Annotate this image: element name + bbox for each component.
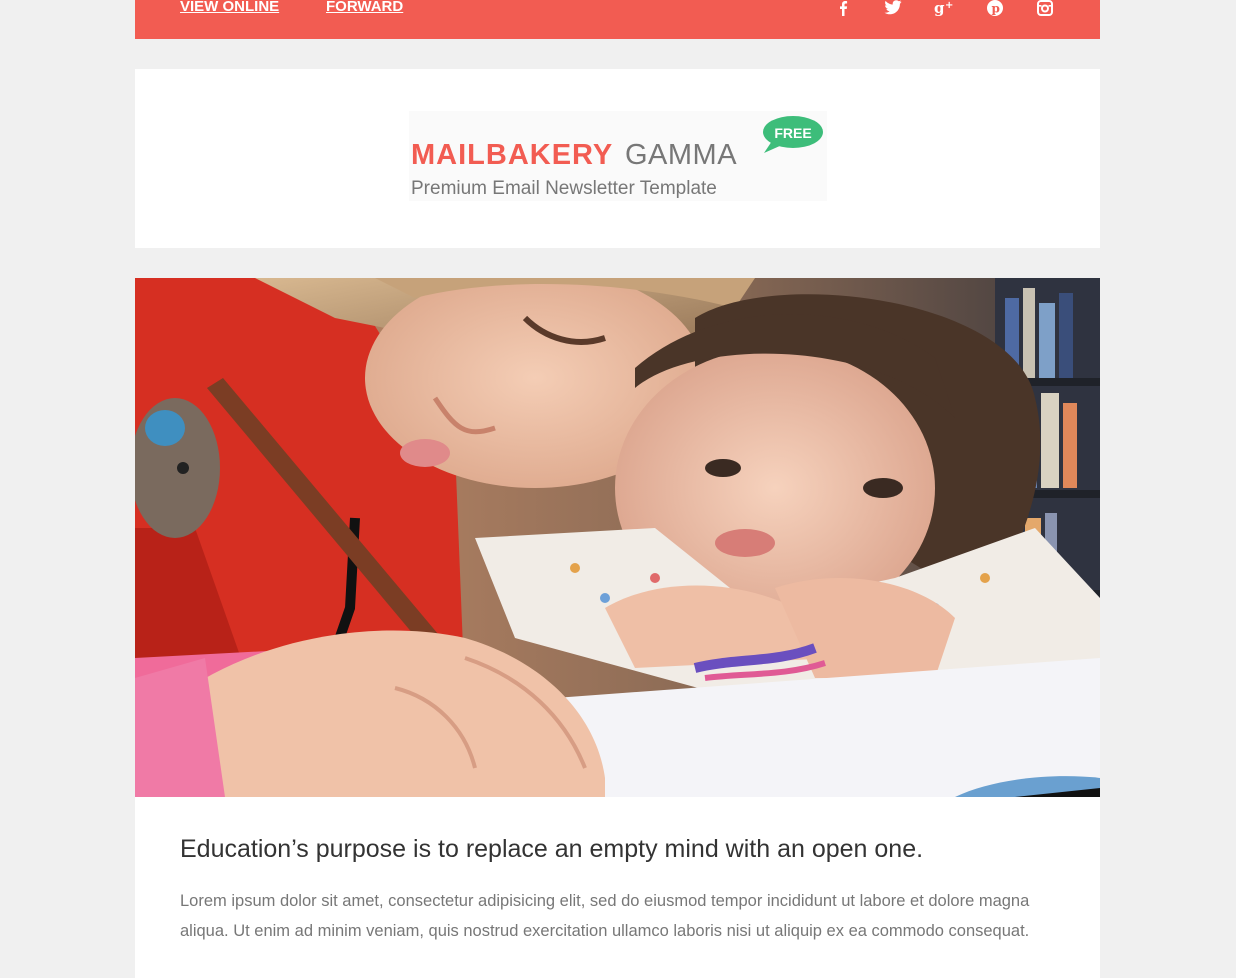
header: MAILBAKERY GAMMA Premium Email Newslette… bbox=[135, 69, 1100, 248]
svg-text:+: + bbox=[945, 0, 953, 11]
article-headline: Education’s purpose is to replace an emp… bbox=[180, 835, 924, 863]
content-section: Education’s purpose is to replace an emp… bbox=[135, 797, 1100, 978]
twitter-icon[interactable] bbox=[883, 0, 903, 16]
free-badge-label: FREE bbox=[774, 125, 812, 141]
logo-brand: MAILBAKERY bbox=[411, 139, 614, 171]
svg-text:p: p bbox=[992, 2, 1000, 16]
logo-product: GAMMA bbox=[625, 139, 738, 171]
top-bar: VIEW ONLINE FORWARD g + p bbox=[135, 0, 1100, 39]
forward-link[interactable]: FORWARD bbox=[326, 0, 403, 15]
facebook-icon[interactable] bbox=[833, 0, 853, 16]
view-online-link[interactable]: VIEW ONLINE bbox=[180, 0, 279, 15]
children-writing-illustration bbox=[135, 278, 1100, 797]
free-badge: FREE bbox=[762, 115, 824, 153]
article-body: Lorem ipsum dolor sit amet, consectetur … bbox=[180, 892, 1030, 940]
google-plus-icon[interactable]: g + bbox=[933, 0, 955, 16]
svg-text:g: g bbox=[934, 0, 945, 16]
logo-tagline: Premium Email Newsletter Template bbox=[411, 178, 717, 199]
hero-image bbox=[135, 278, 1100, 797]
instagram-icon[interactable] bbox=[1035, 0, 1055, 16]
logo[interactable]: MAILBAKERY GAMMA Premium Email Newslette… bbox=[409, 111, 827, 201]
pinterest-icon[interactable]: p bbox=[985, 0, 1005, 16]
